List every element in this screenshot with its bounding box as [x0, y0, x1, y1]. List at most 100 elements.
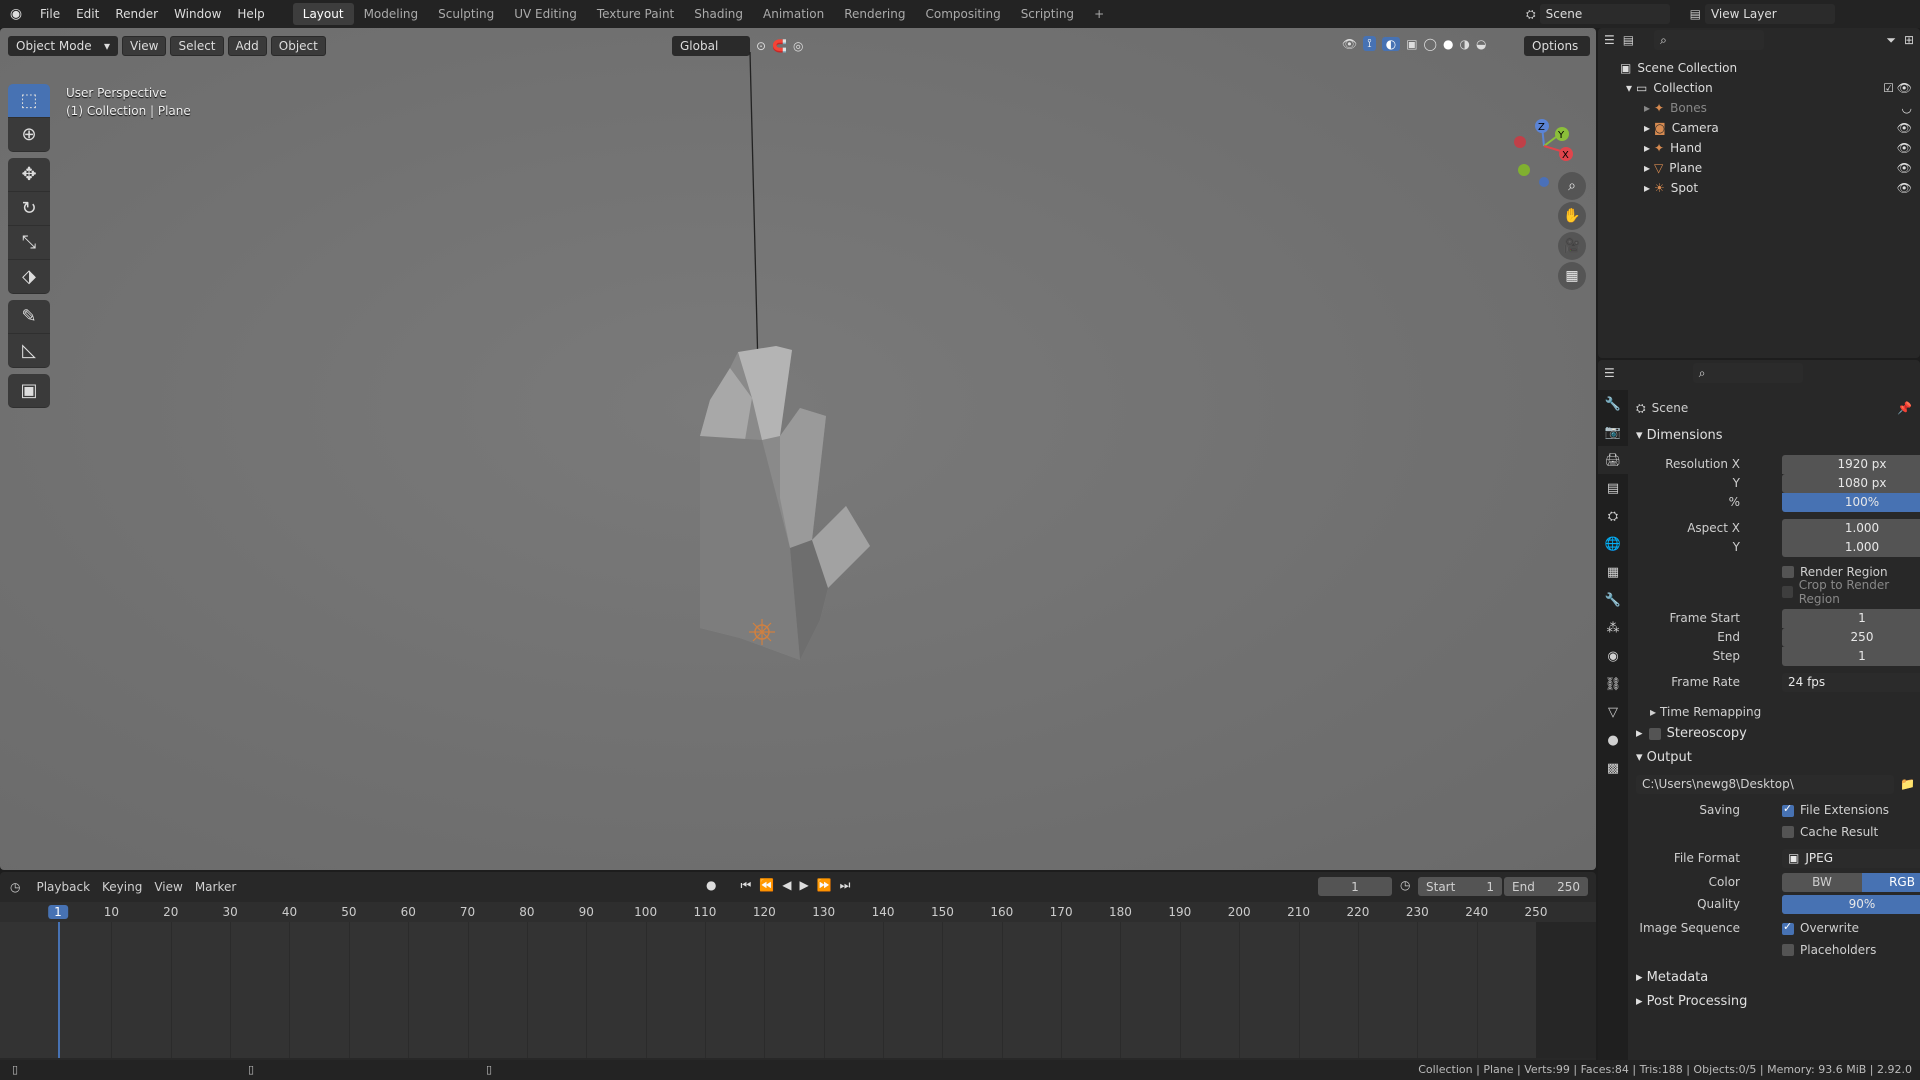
zoom-icon[interactable]: ⌕: [1558, 172, 1586, 200]
menu-window[interactable]: Window: [166, 7, 229, 21]
eye-icon[interactable]: 👁: [1897, 121, 1912, 135]
timeline-track-area[interactable]: [0, 922, 1596, 1058]
overwrite-checkbox[interactable]: Overwrite: [1782, 920, 1859, 935]
blender-logo-icon[interactable]: ◉: [0, 6, 32, 22]
jump-start-icon[interactable]: ⏮: [740, 878, 751, 893]
material-tab-icon[interactable]: ●: [1598, 726, 1628, 754]
tab-rendering[interactable]: Rendering: [834, 3, 915, 25]
collection-row[interactable]: ▾ ▭ Collection ☑ 👁: [1598, 78, 1920, 98]
tab-scripting[interactable]: Scripting: [1011, 3, 1084, 25]
menu-edit[interactable]: Edit: [68, 7, 107, 21]
editor-type-icon[interactable]: ◷: [10, 880, 20, 894]
scene-tab-icon[interactable]: ⛭: [1598, 502, 1628, 530]
output-path-input[interactable]: C:\Users\newg8\Desktop\: [1636, 774, 1894, 794]
checkbox-icon[interactable]: ☑: [1883, 81, 1894, 95]
crop-region-checkbox[interactable]: Crop to Render Region: [1782, 578, 1920, 606]
color-bw-button[interactable]: BW: [1782, 872, 1862, 892]
tab-animation[interactable]: Animation: [753, 3, 834, 25]
add-workspace-button[interactable]: +: [1084, 3, 1114, 25]
scene-collection-row[interactable]: ▣ Scene Collection: [1598, 58, 1920, 78]
outliner-item-camera[interactable]: ▸ ◙ Camera 👁: [1598, 118, 1920, 138]
modifier-tab-icon[interactable]: 🔧: [1598, 586, 1628, 614]
pan-hand-icon[interactable]: ✋: [1558, 202, 1586, 230]
constraints-tab-icon[interactable]: ⛓: [1598, 670, 1628, 698]
physics-tab-icon[interactable]: ◉: [1598, 642, 1628, 670]
output-panel-header[interactable]: ▾ Output: [1636, 750, 1692, 765]
clock-icon[interactable]: ◷: [1400, 878, 1410, 892]
tool-tab-icon[interactable]: 🔧: [1598, 390, 1628, 418]
output-tab-icon[interactable]: 🖨: [1598, 446, 1628, 474]
next-keyframe-icon[interactable]: ⏩: [817, 878, 832, 893]
outliner-item-hand[interactable]: ▸ ✦ Hand 👁: [1598, 138, 1920, 158]
3d-viewport[interactable]: Object Mode ▾ View Select Add Object Glob…: [0, 28, 1596, 870]
eye-icon[interactable]: 👁: [1897, 141, 1912, 155]
cache-result-checkbox[interactable]: Cache Result: [1782, 822, 1920, 842]
frame-start-field[interactable]: 1: [1782, 608, 1920, 628]
scene-selector[interactable]: Scene: [1539, 4, 1670, 24]
menu-playback[interactable]: Playback: [30, 880, 96, 894]
editor-type-icon[interactable]: ☰: [1604, 366, 1615, 380]
data-tab-icon[interactable]: ▽: [1598, 698, 1628, 726]
play-reverse-icon[interactable]: ◀: [782, 878, 791, 893]
menu-keying[interactable]: Keying: [96, 880, 148, 894]
particles-tab-icon[interactable]: ⁂: [1598, 614, 1628, 642]
time-remapping-subpanel[interactable]: ▸ Time Remapping: [1650, 702, 1920, 722]
eye-icon[interactable]: 👁: [1897, 161, 1912, 175]
record-icon[interactable]: ●: [706, 878, 716, 893]
menu-marker[interactable]: Marker: [189, 880, 242, 894]
tab-shading[interactable]: Shading: [684, 3, 753, 25]
world-tab-icon[interactable]: 🌐: [1598, 530, 1628, 558]
resolution-pct-field[interactable]: 100%: [1782, 492, 1920, 512]
expand-icon[interactable]: ▾: [1626, 81, 1632, 95]
play-icon[interactable]: ▶: [799, 878, 808, 893]
eye-icon[interactable]: 👁: [1897, 181, 1912, 195]
display-mode-icon[interactable]: ▤: [1623, 33, 1634, 47]
texture-tab-icon[interactable]: ▩: [1598, 754, 1628, 782]
view-layer-icon[interactable]: ▤: [1690, 7, 1701, 21]
metadata-panel-header[interactable]: ▸ Metadata: [1636, 970, 1708, 985]
tab-layout[interactable]: Layout: [292, 3, 354, 25]
view-layer-tab-icon[interactable]: ▤: [1598, 474, 1628, 502]
pin-icon[interactable]: 📌: [1897, 401, 1912, 415]
file-format-select[interactable]: ▣JPEG▾: [1782, 848, 1920, 868]
timeline-ruler[interactable]: 1 10 20 30 40 50 60 70 80 90 100 110 120 130 140 150 160…: [0, 902, 1596, 922]
tab-modeling[interactable]: Modeling: [354, 3, 429, 25]
quality-slider[interactable]: 90%: [1782, 894, 1920, 914]
file-extensions-checkbox[interactable]: File Extensions: [1782, 802, 1889, 817]
object-tab-icon[interactable]: ▦: [1598, 558, 1628, 586]
eye-closed-icon[interactable]: ◡: [1902, 101, 1912, 115]
editor-type-icon[interactable]: ☰: [1604, 33, 1615, 47]
frame-end-field[interactable]: 250: [1782, 627, 1920, 647]
end-frame-field[interactable]: End 250: [1504, 877, 1588, 896]
new-collection-icon[interactable]: ⊞: [1904, 33, 1914, 47]
menu-help[interactable]: Help: [229, 7, 272, 21]
tab-sculpting[interactable]: Sculpting: [428, 3, 504, 25]
outliner-item-bones[interactable]: ▸ ✦ Bones ◡: [1598, 98, 1920, 118]
frame-step-field[interactable]: 1: [1782, 646, 1920, 666]
resolution-x-field[interactable]: 1920 px: [1782, 454, 1920, 474]
scene-icon[interactable]: ⛭: [1526, 7, 1536, 22]
playhead[interactable]: [58, 922, 60, 1058]
current-frame-field[interactable]: 1: [1318, 877, 1392, 896]
menu-view[interactable]: View: [148, 880, 188, 894]
outliner-item-plane[interactable]: ▸ ▽ Plane 👁: [1598, 158, 1920, 178]
resolution-y-field[interactable]: 1080 px: [1782, 473, 1920, 493]
menu-file[interactable]: File: [32, 7, 68, 21]
view-layer-selector[interactable]: View Layer: [1704, 4, 1835, 24]
dimensions-panel-header[interactable]: ▾ Dimensions: [1636, 428, 1723, 443]
render-tab-icon[interactable]: 📷: [1598, 418, 1628, 446]
tab-compositing[interactable]: Compositing: [915, 3, 1010, 25]
tab-texture-paint[interactable]: Texture Paint: [587, 3, 684, 25]
properties-search-input[interactable]: ⌕: [1692, 363, 1803, 383]
prev-keyframe-icon[interactable]: ⏪: [759, 878, 774, 893]
stereoscopy-panel-header[interactable]: ▸ Stereoscopy: [1636, 726, 1747, 741]
placeholders-checkbox[interactable]: Placeholders: [1782, 940, 1920, 960]
post-processing-panel-header[interactable]: ▸ Post Processing: [1636, 994, 1747, 1009]
start-frame-field[interactable]: Start 1: [1418, 877, 1502, 896]
jump-end-icon[interactable]: ⏭: [840, 878, 851, 893]
aspect-x-field[interactable]: 1.000: [1782, 518, 1920, 538]
outliner-item-spot[interactable]: ▸ ☀ Spot 👁: [1598, 178, 1920, 198]
aspect-y-field[interactable]: 1.000: [1782, 537, 1920, 557]
color-rgb-button[interactable]: RGB: [1862, 872, 1920, 892]
folder-icon[interactable]: 📁: [1900, 777, 1915, 791]
